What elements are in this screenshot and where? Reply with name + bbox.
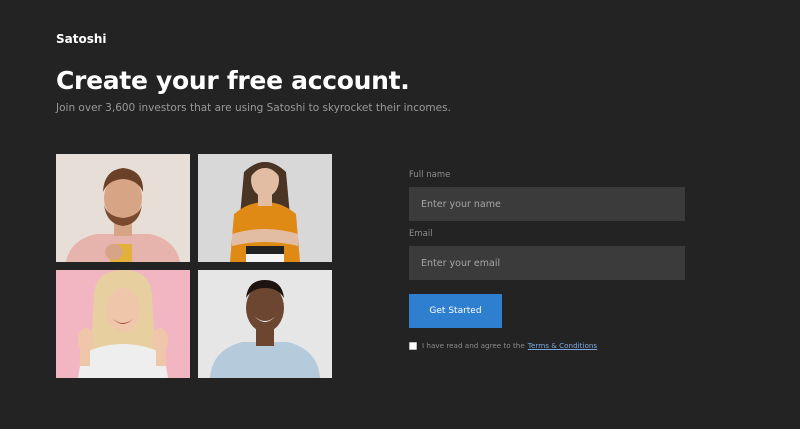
email-input[interactable] xyxy=(409,246,685,280)
brand-logo[interactable]: Satoshi xyxy=(56,32,107,46)
full-name-label: Full name xyxy=(409,170,451,180)
woman-laughing-photo xyxy=(56,270,190,378)
terms-checkbox[interactable] xyxy=(409,341,417,350)
terms-text: I have read and agree to the xyxy=(422,341,525,350)
email-group: Email xyxy=(409,229,685,280)
woman-orange-shirt-photo xyxy=(198,154,332,262)
get-started-button[interactable]: Get Started xyxy=(409,294,502,328)
full-name-input[interactable] xyxy=(409,187,685,221)
email-label: Email xyxy=(409,229,433,239)
page-title: Create your free account. xyxy=(56,66,410,95)
terms-row: I have read and agree to the Terms & Con… xyxy=(409,341,597,350)
terms-link[interactable]: Terms & Conditions xyxy=(528,341,597,350)
signup-page: Satoshi Create your free account. Join o… xyxy=(0,0,800,429)
man-with-phone-photo xyxy=(56,154,190,262)
full-name-group: Full name xyxy=(409,170,685,221)
page-subtitle: Join over 3,600 investors that are using… xyxy=(56,102,451,114)
man-smiling-photo xyxy=(198,270,332,378)
